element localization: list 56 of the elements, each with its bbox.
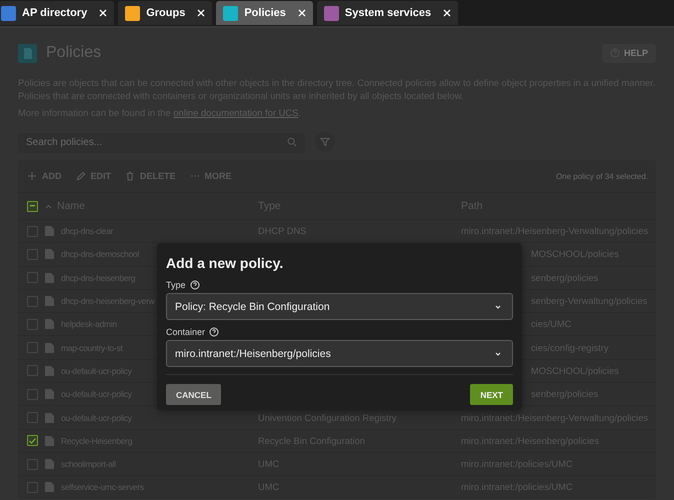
row-checkbox[interactable] — [27, 248, 38, 260]
module-tab[interactable]: Policies — [216, 1, 313, 25]
document-icon — [45, 226, 54, 236]
row-checkbox[interactable] — [27, 342, 38, 354]
filter-button[interactable] — [315, 132, 335, 152]
document-icon — [45, 366, 54, 376]
document-icon — [45, 296, 54, 306]
close-icon[interactable] — [443, 9, 452, 17]
row-checkbox[interactable] — [27, 458, 38, 470]
check-icon — [29, 438, 36, 444]
dropdown-field[interactable]: Policy: Recycle Bin Configuration — [166, 293, 513, 320]
row-checkbox[interactable] — [27, 296, 38, 307]
dash-icon — [30, 205, 35, 207]
row-checkbox[interactable] — [27, 226, 38, 237]
document-icon — [45, 389, 54, 400]
help-button[interactable]: HELP — [602, 44, 656, 62]
dropdown-field[interactable]: miro.intranet:/Heisenberg/policies — [166, 340, 513, 367]
close-icon[interactable] — [298, 9, 306, 17]
tab-label: AP directory — [22, 7, 88, 19]
row-checkbox[interactable] — [27, 412, 38, 424]
policy-icon — [18, 44, 37, 62]
row-checkbox[interactable] — [27, 272, 38, 284]
module-tab[interactable]: Groups — [118, 1, 212, 25]
document-icon — [45, 249, 54, 260]
row-checkbox[interactable] — [27, 318, 38, 330]
document-icon — [45, 482, 54, 492]
dialog-title: Add a new policy. — [166, 255, 284, 271]
document-icon — [45, 436, 54, 446]
pencil-icon — [76, 171, 86, 181]
cancel-button[interactable]: CANCEL — [166, 384, 222, 405]
plus-icon — [27, 171, 37, 181]
document-icon — [45, 272, 54, 283]
document-icon — [45, 459, 54, 470]
selection-status: One policy of 34 selected. — [556, 172, 648, 180]
row-checkbox[interactable] — [27, 435, 38, 446]
field-label: Container — [166, 327, 206, 337]
document-icon — [45, 342, 54, 353]
tab-label: Policies — [244, 7, 286, 19]
next-button[interactable]: NEXT — [470, 384, 513, 405]
row-checkbox[interactable] — [27, 482, 38, 493]
row-checkbox[interactable] — [27, 365, 38, 376]
close-icon[interactable] — [197, 9, 206, 17]
module-tab[interactable]: AP directory — [0, 1, 114, 25]
search-icon — [287, 137, 297, 147]
module-tab[interactable]: System services — [316, 1, 458, 25]
close-icon[interactable] — [99, 9, 108, 17]
document-icon — [45, 412, 54, 423]
select-all-checkbox[interactable] — [27, 200, 38, 212]
tab-label: Groups — [146, 7, 186, 19]
field-label: Type — [166, 280, 186, 290]
filter-icon — [320, 137, 330, 147]
trash-icon — [125, 171, 136, 181]
row-checkbox[interactable] — [27, 388, 38, 400]
search-field[interactable]: Search policies... — [18, 132, 305, 152]
document-icon — [45, 319, 54, 330]
tab-label: System services — [344, 7, 432, 19]
